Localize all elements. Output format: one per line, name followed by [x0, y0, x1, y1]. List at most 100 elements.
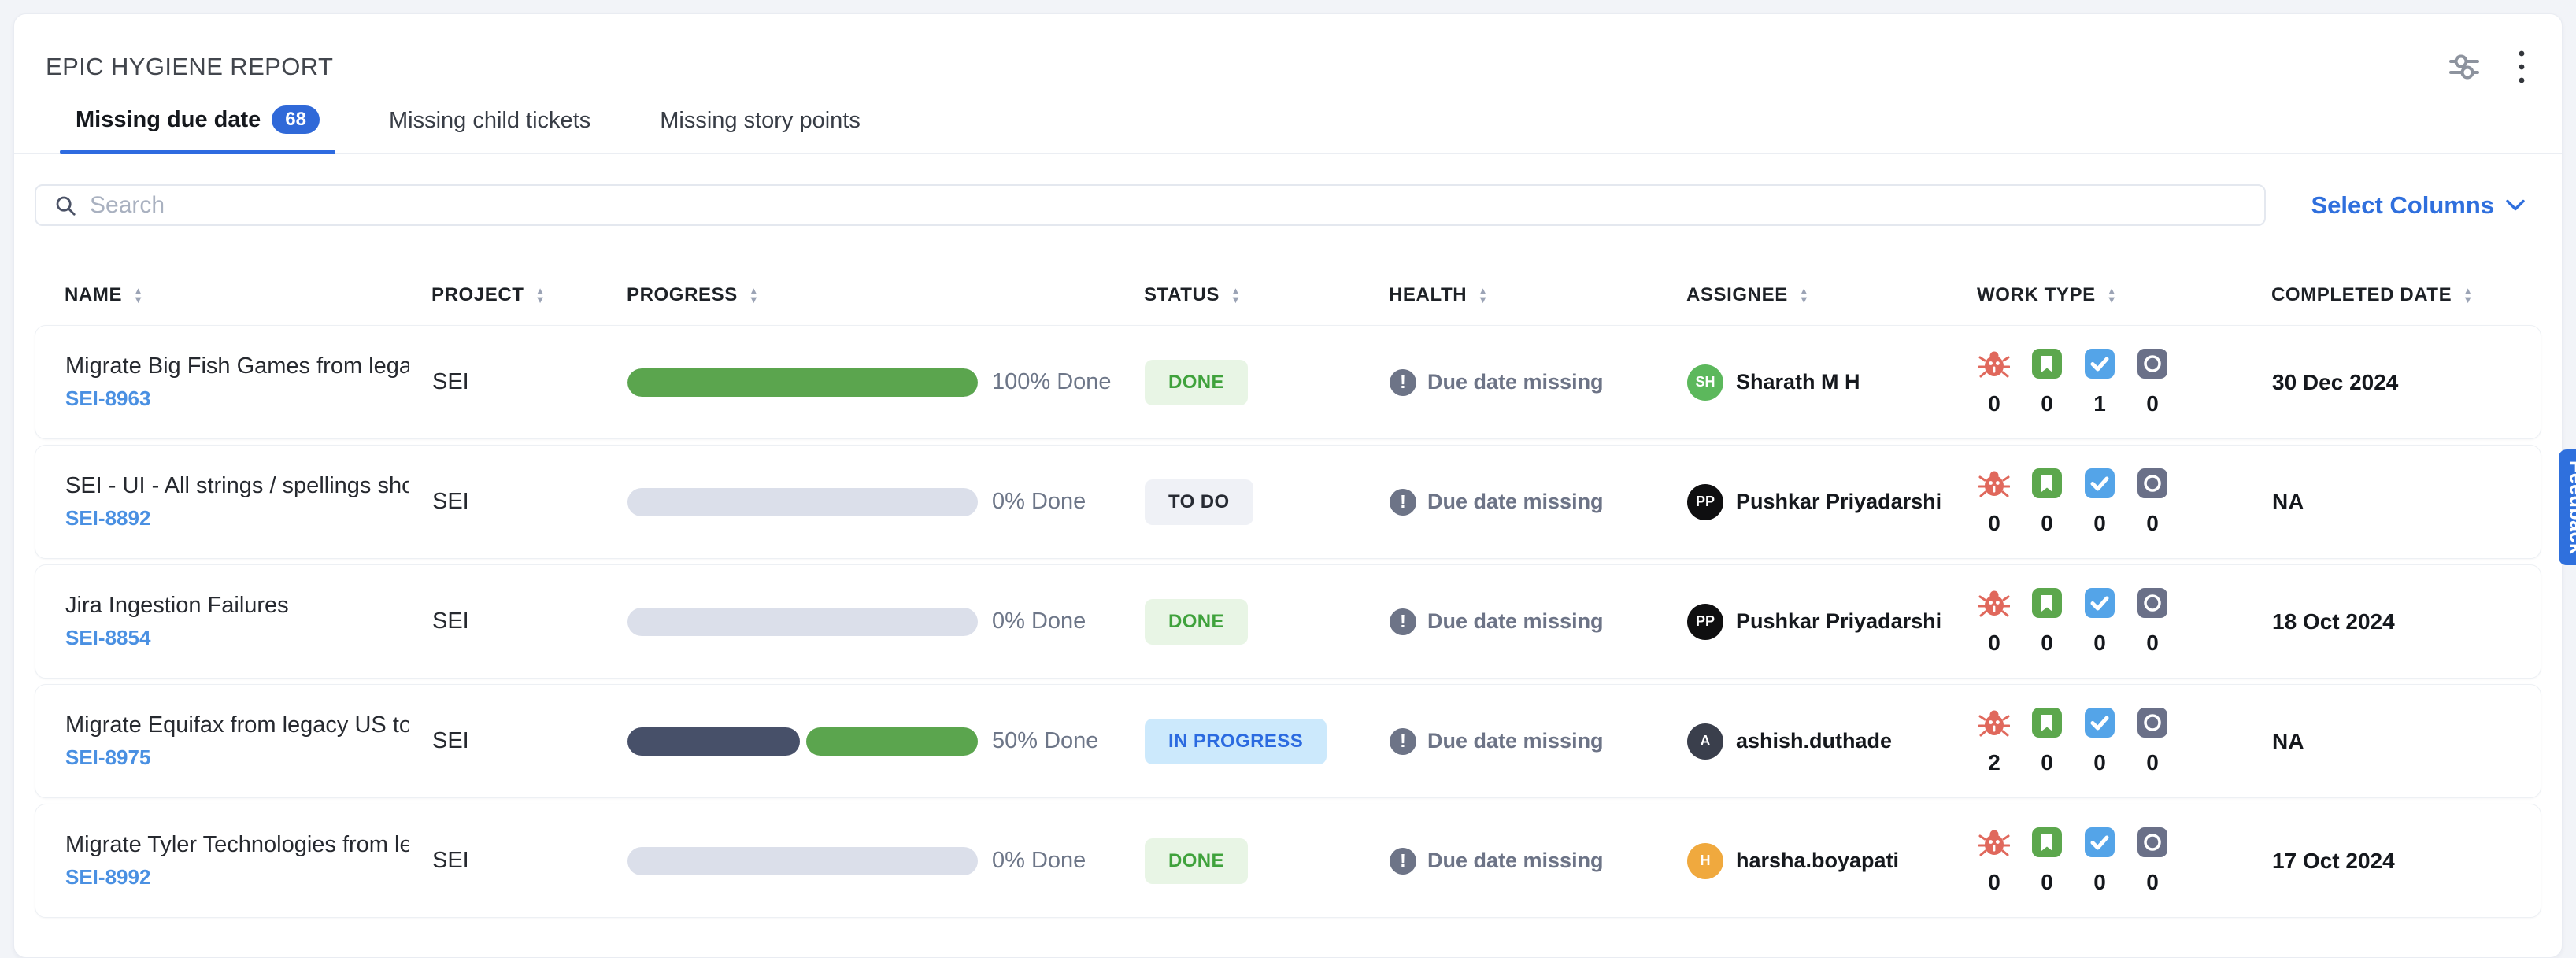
sort-icon: ▲▼	[1231, 287, 1241, 304]
kebab-menu-icon[interactable]	[2518, 49, 2526, 85]
work-type-count: 0	[2041, 391, 2053, 416]
progress-label: 0% Done	[992, 848, 1086, 874]
column-header-work-type[interactable]: WORK TYPE ▲▼	[1977, 284, 2271, 306]
work-type-circle: 0	[2136, 707, 2169, 775]
work-type-count: 2	[1988, 750, 2000, 775]
assignee-name: Sharath M H	[1736, 370, 1860, 394]
project-cell: SEI	[432, 489, 627, 515]
completed-date: NA	[2272, 490, 2511, 515]
table-row[interactable]: Migrate Tyler Technologies from lega... …	[35, 804, 2541, 918]
column-header-assignee[interactable]: ASSIGNEE ▲▼	[1686, 284, 1977, 306]
status-badge: DONE	[1145, 360, 1248, 405]
health-label: Due date missing	[1427, 849, 1604, 873]
progress-label: 0% Done	[992, 489, 1086, 515]
tab-count-badge: 68	[272, 105, 320, 134]
avatar: H	[1687, 843, 1723, 879]
header-actions	[2445, 49, 2526, 85]
work-type-count: 0	[1988, 391, 2000, 416]
tab-missing-child-tickets[interactable]: Missing child tickets	[373, 108, 606, 153]
project-cell: SEI	[432, 848, 627, 874]
work-type-cell: 2000	[1978, 707, 2272, 775]
work-type-count: 0	[2093, 511, 2106, 536]
tab-label: Missing due date	[76, 107, 261, 133]
toolbar: Select Columns	[35, 184, 2526, 226]
work-type-count: 0	[2146, 511, 2159, 536]
table-row[interactable]: SEI - UI - All strings / spellings shoul…	[35, 445, 2541, 559]
table-row[interactable]: Migrate Equifax from legacy US to SE... …	[35, 684, 2541, 798]
progress-bar	[627, 727, 978, 756]
task-icon	[2084, 468, 2115, 499]
story-icon	[2031, 348, 2063, 379]
circle-icon	[2137, 468, 2168, 499]
column-header-status[interactable]: STATUS ▲▼	[1144, 284, 1389, 306]
epic-key-link[interactable]: SEI-8963	[65, 387, 409, 411]
sort-icon: ▲▼	[133, 287, 143, 304]
table-row[interactable]: Jira Ingestion Failures SEI-8854 SEI 0% …	[35, 564, 2541, 679]
work-type-cell: 0 0 1 0	[1978, 348, 2272, 416]
chevron-down-icon	[2505, 198, 2526, 212]
column-header-health[interactable]: HEALTH ▲▼	[1389, 284, 1686, 306]
epic-name: Migrate Tyler Technologies from lega...	[65, 832, 409, 858]
feedback-tab[interactable]: Feedback	[2559, 449, 2576, 565]
work-type-count: 0	[2041, 750, 2053, 775]
table-body: Migrate Big Fish Games from legacy ... S…	[35, 325, 2541, 918]
epic-key-link[interactable]: SEI-8992	[65, 865, 409, 890]
table-row[interactable]: Migrate Big Fish Games from legacy ... S…	[35, 325, 2541, 439]
tab-bar: Missing due date 68 Missing child ticket…	[14, 85, 2562, 154]
column-header-project[interactable]: PROJECT ▲▼	[431, 284, 627, 306]
sort-icon: ▲▼	[749, 287, 759, 304]
select-columns-button[interactable]: Select Columns	[2311, 191, 2526, 220]
work-type-cell: 0 0 0 0	[1978, 468, 2272, 536]
work-type-count: 0	[2146, 870, 2159, 895]
epic-key-link[interactable]: SEI-8854	[65, 626, 409, 650]
warning-icon: !	[1390, 608, 1416, 635]
task-icon	[2084, 827, 2115, 858]
progress-label: 50% Done	[992, 728, 1098, 754]
bug-icon	[1978, 468, 2010, 499]
avatar: PP	[1687, 604, 1723, 640]
tab-missing-due-date[interactable]: Missing due date 68	[60, 105, 335, 153]
sort-icon: ▲▼	[1478, 287, 1488, 304]
work-type-circle: 0	[2136, 587, 2169, 656]
story-icon	[2031, 587, 2063, 619]
work-type-count: 0	[2041, 631, 2053, 656]
bug-icon	[1978, 827, 2010, 858]
work-type-count: 0	[2093, 631, 2106, 656]
tab-missing-story-points[interactable]: Missing story points	[644, 108, 876, 153]
health-label: Due date missing	[1427, 729, 1604, 753]
column-header-progress[interactable]: PROGRESS ▲▼	[627, 284, 1144, 306]
search-box[interactable]	[35, 184, 2266, 226]
work-type-count: 0	[1988, 631, 2000, 656]
work-type-count: 0	[2041, 511, 2053, 536]
epic-key-link[interactable]: SEI-8975	[65, 745, 409, 770]
task-icon	[2084, 587, 2115, 619]
filter-sliders-icon[interactable]	[2445, 51, 2483, 83]
completed-date: 17 Oct 2024	[2272, 849, 2511, 874]
work-type-circle: 0	[2136, 827, 2169, 895]
status-badge: TO DO	[1145, 479, 1253, 525]
work-type-count: 0	[1988, 870, 2000, 895]
health-label: Due date missing	[1427, 609, 1604, 634]
completed-date: 30 Dec 2024	[2272, 370, 2511, 395]
sort-icon: ▲▼	[1799, 287, 1809, 304]
warning-icon: !	[1390, 728, 1416, 755]
project-cell: SEI	[432, 369, 627, 395]
work-type-circle: 0	[2136, 348, 2169, 416]
avatar: SH	[1687, 364, 1723, 401]
column-header-completed-date[interactable]: COMPLETED DATE ▲▼	[2271, 284, 2511, 306]
progress-bar	[627, 608, 978, 636]
warning-icon: !	[1390, 489, 1416, 516]
task-icon	[2084, 707, 2115, 738]
work-type-task: 1	[2083, 348, 2116, 416]
progress-bar	[627, 488, 978, 516]
column-header-name[interactable]: NAME ▲▼	[65, 284, 431, 306]
report-card: EPIC HYGIENE REPORT Missing due date 68 …	[13, 13, 2563, 958]
bug-icon	[1978, 707, 2010, 738]
work-type-cell: 0 0 0 0	[1978, 587, 2272, 656]
work-type-count: 0	[2146, 391, 2159, 416]
search-input[interactable]	[90, 192, 2247, 219]
progress-label: 100% Done	[992, 369, 1112, 395]
epic-key-link[interactable]: SEI-8892	[65, 506, 409, 531]
work-type-count: 0	[1988, 511, 2000, 536]
circle-icon	[2137, 707, 2168, 738]
